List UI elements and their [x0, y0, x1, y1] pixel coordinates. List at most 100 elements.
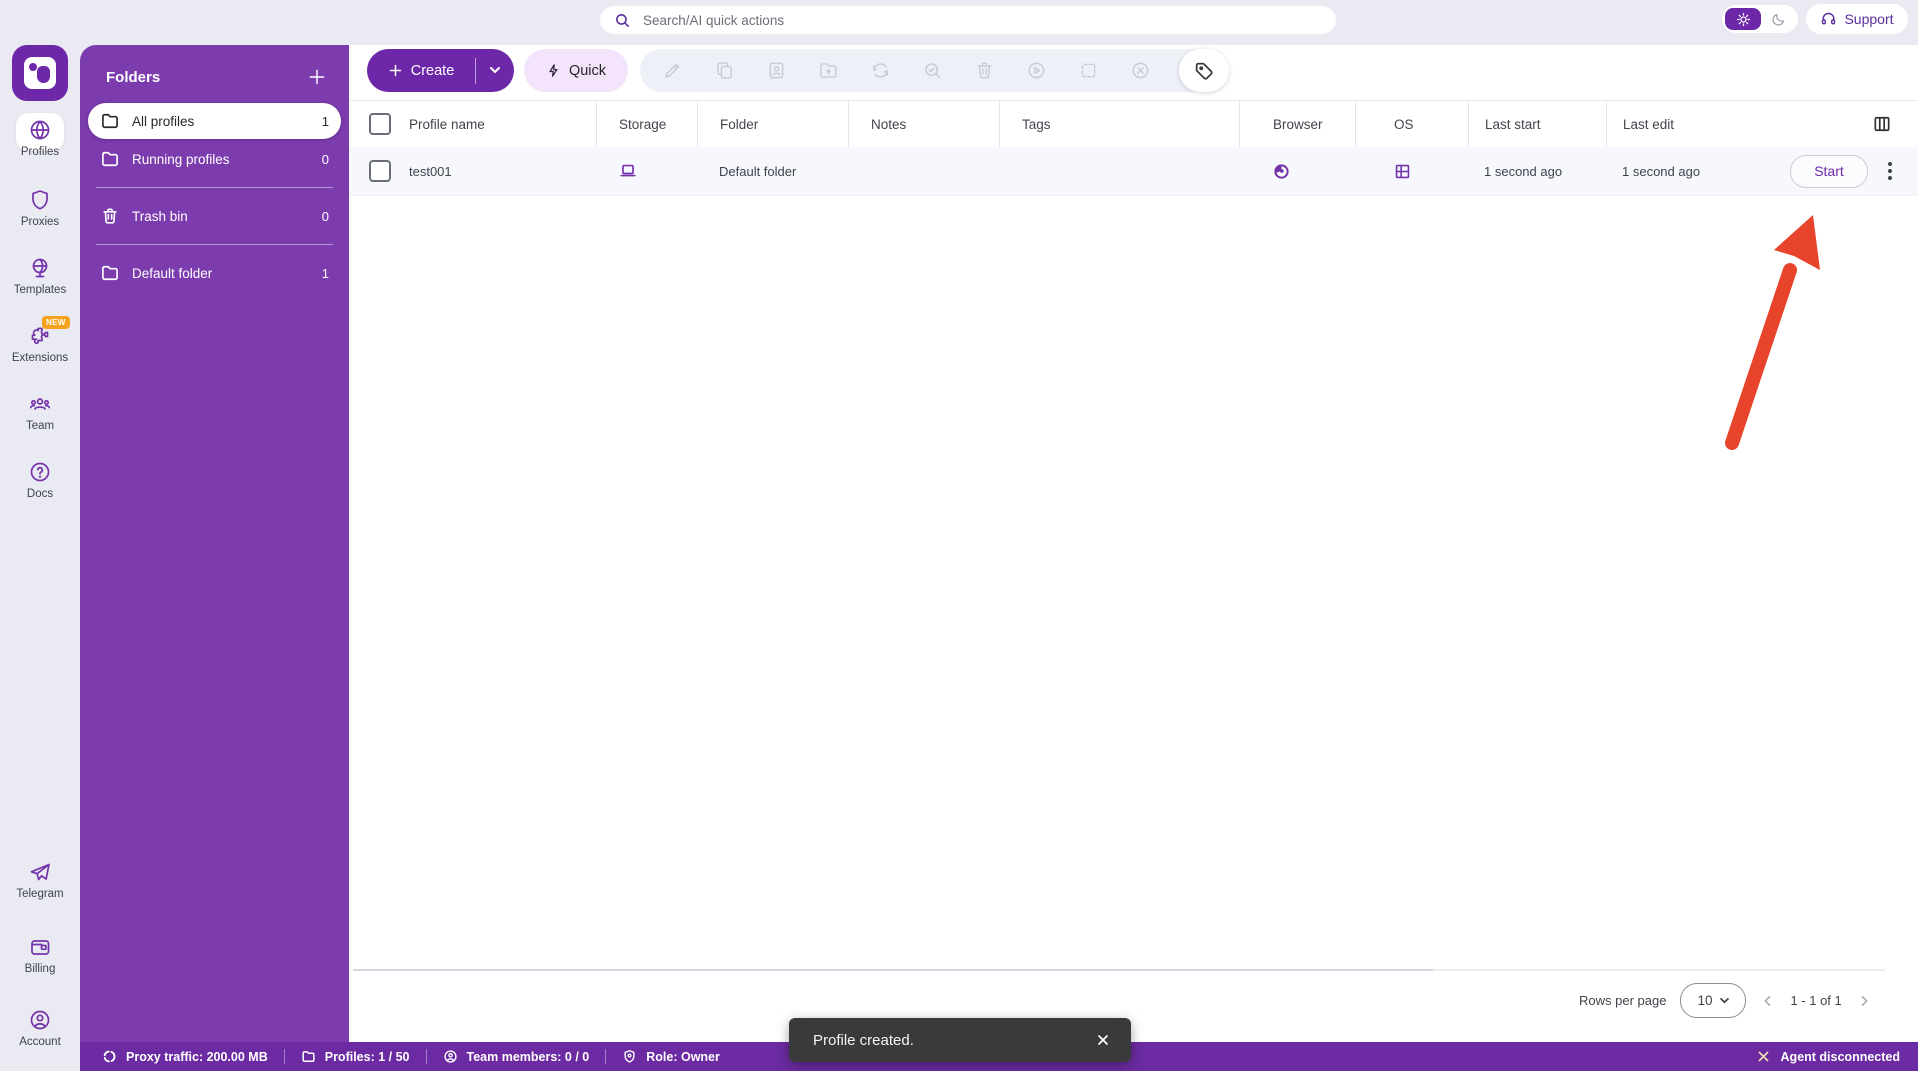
folders-panel: Folders All profiles 1 Running profiles …	[80, 45, 349, 1071]
folder-item-count: 1	[322, 114, 329, 129]
sidebar-item-telegram[interactable]: Telegram	[0, 860, 80, 900]
sidebar-item-label: Billing	[25, 963, 56, 975]
column-header-storage: Storage	[619, 117, 666, 132]
add-folder-button[interactable]	[307, 67, 327, 87]
sidebar-item-proxies[interactable]: Proxies	[0, 188, 80, 228]
app-logo[interactable]	[12, 45, 68, 101]
toast-close-button[interactable]	[1095, 1032, 1131, 1048]
table-row[interactable]: test001 Default folder 1 second ago	[349, 147, 1918, 196]
select-all-checkbox[interactable]	[369, 113, 391, 135]
folder-icon	[301, 1049, 316, 1064]
page-size-value: 10	[1697, 993, 1712, 1008]
folder-item-count: 0	[322, 209, 329, 224]
chevron-down-icon	[490, 67, 500, 74]
laptop-icon	[618, 161, 638, 181]
previous-page-button[interactable]	[1760, 993, 1776, 1009]
refresh-icon[interactable]	[864, 60, 896, 81]
moon-icon	[1771, 12, 1786, 27]
folder-item-running-profiles[interactable]: Running profiles 0	[88, 141, 341, 177]
columns-settings-button[interactable]	[1872, 114, 1892, 134]
divider	[605, 1049, 606, 1064]
start-profile-button[interactable]: Start	[1790, 155, 1868, 188]
column-header-last-start: Last start	[1485, 117, 1541, 132]
divider	[284, 1049, 285, 1064]
row-menu-button[interactable]	[1888, 162, 1892, 180]
trash-icon	[100, 206, 120, 226]
toast-message: Profile created.	[789, 1032, 1095, 1049]
sidebar-item-account[interactable]: Account	[0, 1008, 80, 1048]
dashed-window-icon[interactable]	[1073, 60, 1105, 81]
column-header-tags: Tags	[1022, 117, 1051, 132]
statusbar-role: Role: Owner	[622, 1049, 720, 1064]
folder-item-label: Trash bin	[132, 209, 322, 224]
agent-status[interactable]: Agent disconnected	[1756, 1049, 1900, 1064]
statusbar-team-members: Team members: 0 / 0	[443, 1049, 590, 1064]
search-check-icon[interactable]	[916, 60, 948, 81]
search-input[interactable]	[641, 12, 1285, 29]
pagination: Rows per page 10 1 - 1 of 1	[1579, 983, 1872, 1018]
column-header-os: OS	[1394, 117, 1414, 132]
support-button[interactable]: Support	[1806, 4, 1908, 34]
sidebar-item-billing[interactable]: Billing	[0, 935, 80, 975]
rows-per-page-label: Rows per page	[1579, 993, 1666, 1008]
dark-theme-button[interactable]	[1761, 12, 1795, 27]
sidebar-item-label: Account	[19, 1036, 61, 1048]
light-theme-button[interactable]	[1725, 8, 1761, 30]
chevron-right-icon	[1856, 993, 1872, 1009]
folder-item-default-folder[interactable]: Default folder 1	[88, 255, 341, 291]
sidebar-item-templates[interactable]: Templates	[0, 256, 80, 296]
app-window: Profiles Proxies Templates NEW Extension…	[0, 0, 1918, 1071]
search-icon	[614, 12, 631, 29]
app-logo-mark	[24, 57, 56, 89]
stop-circle-icon[interactable]	[1125, 60, 1157, 81]
quick-button[interactable]: Quick	[524, 49, 628, 92]
people-icon	[28, 392, 52, 416]
sidebar-item-team[interactable]: Team	[0, 392, 80, 432]
play-circle-icon[interactable]	[1021, 60, 1053, 81]
delete-icon[interactable]	[969, 60, 1001, 81]
user-circle-icon	[28, 1008, 52, 1032]
globe-icon	[28, 118, 52, 142]
create-button[interactable]: Create	[367, 49, 514, 92]
main-content: Create Quick	[349, 45, 1918, 1042]
create-label: Create	[411, 63, 455, 79]
page-size-select[interactable]: 10	[1680, 983, 1746, 1018]
desk-globe-icon	[28, 256, 52, 280]
divider	[96, 244, 333, 245]
statusbar-profiles-count: Profiles: 1 / 50	[301, 1049, 410, 1064]
folder-icon	[100, 149, 120, 169]
shield-icon	[28, 188, 52, 212]
sidebar-item-docs[interactable]: Docs	[0, 460, 80, 500]
move-to-folder-icon[interactable]	[812, 60, 844, 81]
icon-rail: Profiles Proxies Templates NEW Extension…	[0, 0, 80, 1071]
folder-item-count: 0	[322, 152, 329, 167]
folders-title: Folders	[106, 69, 160, 86]
horizontal-scrollbar-thumb[interactable]	[353, 969, 1433, 971]
sidebar-item-extensions[interactable]: NEW Extensions	[0, 324, 80, 364]
sidebar-item-profiles[interactable]: Profiles	[0, 118, 80, 158]
new-badge: NEW	[42, 316, 70, 329]
sidebar-item-label: Telegram	[16, 888, 63, 900]
windows-icon	[1393, 162, 1412, 181]
column-header-browser: Browser	[1273, 117, 1323, 132]
tag-filter-button[interactable]	[1179, 49, 1229, 92]
sidebar-item-label: Templates	[14, 284, 66, 296]
clone-card-icon[interactable]	[760, 60, 792, 81]
badge-icon	[622, 1049, 637, 1064]
create-dropdown-button[interactable]	[476, 67, 514, 74]
sidebar-item-label: Team	[26, 420, 54, 432]
close-icon	[1095, 1032, 1111, 1048]
row-checkbox[interactable]	[369, 160, 391, 182]
column-header-notes: Notes	[871, 117, 906, 132]
sidebar-item-label: Extensions	[12, 352, 68, 364]
row-folder: Default folder	[719, 164, 796, 179]
edit-icon[interactable]	[656, 60, 688, 81]
divider	[426, 1049, 427, 1064]
divider	[96, 187, 333, 188]
copy-icon[interactable]	[708, 60, 740, 81]
folder-item-trash-bin[interactable]: Trash bin 0	[88, 198, 341, 234]
folder-item-all-profiles[interactable]: All profiles 1	[88, 103, 341, 139]
search-bar[interactable]	[600, 6, 1336, 34]
next-page-button[interactable]	[1856, 993, 1872, 1009]
puzzle-icon: NEW	[28, 324, 52, 348]
